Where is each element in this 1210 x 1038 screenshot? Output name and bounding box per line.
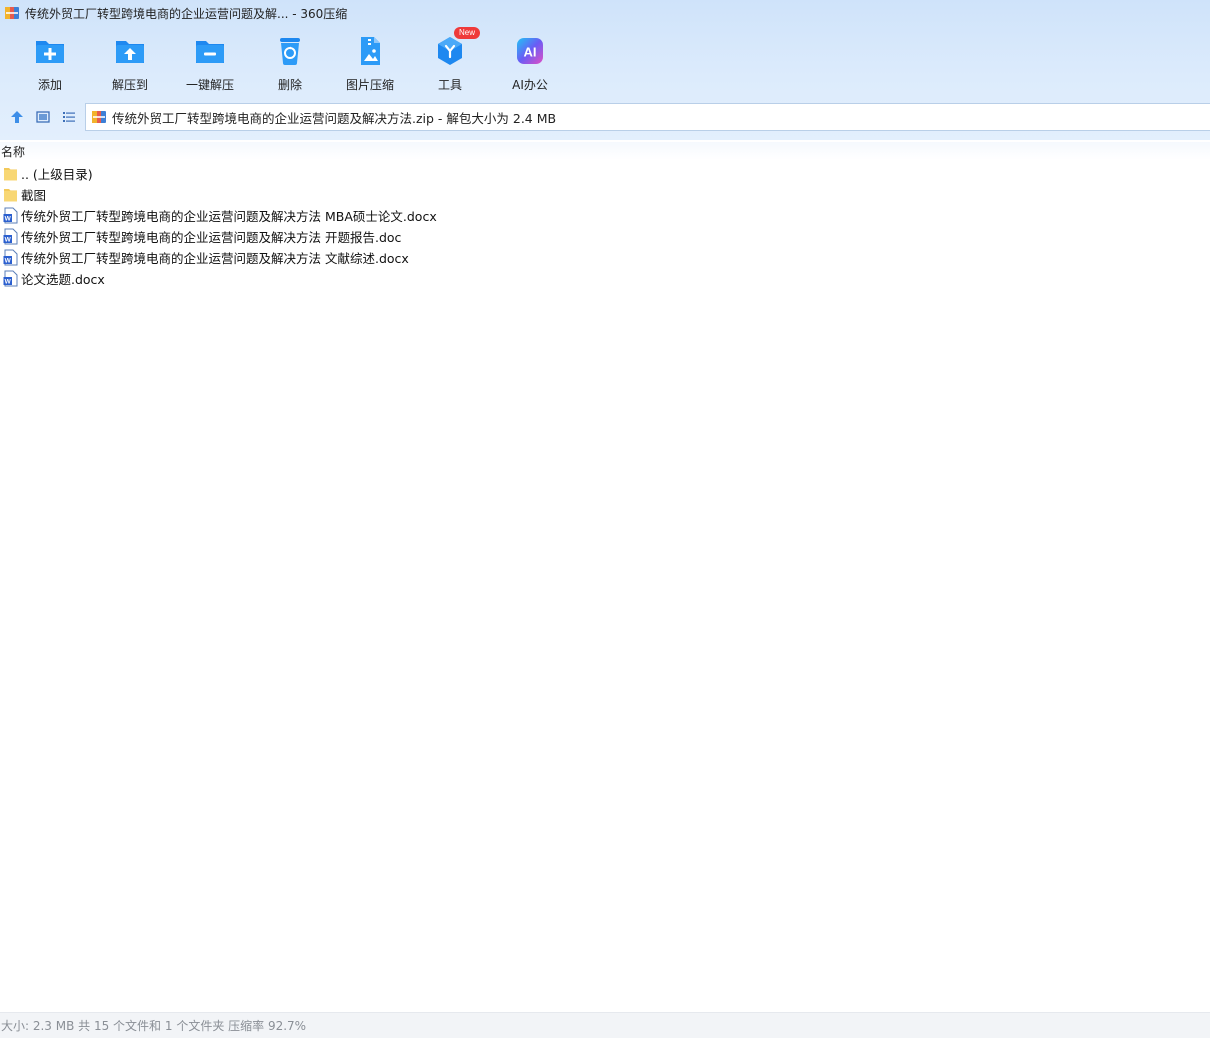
one-click-extract-icon: [196, 41, 224, 63]
list-item-file[interactable]: W 论文选题.docx: [0, 268, 1210, 289]
svg-text:W: W: [5, 279, 12, 286]
one-click-extract-button[interactable]: 一键解压: [170, 30, 250, 96]
extract-to-button[interactable]: 解压到: [90, 30, 170, 96]
up-level-button[interactable]: [4, 103, 30, 131]
ai-icon-text: AI: [524, 45, 537, 60]
one-click-extract-label: 一键解压: [185, 78, 234, 92]
tools-cube-icon: [438, 37, 462, 65]
svg-text:W: W: [5, 258, 12, 265]
svg-text:W: W: [5, 237, 12, 244]
column-header-name[interactable]: 名称: [0, 142, 1210, 160]
ai-office-button[interactable]: AI AI办公: [490, 30, 570, 96]
file-list: .. (上级目录) 截图 W 传统外贸工厂转型跨境电商的企业运营问题及解决方法 …: [0, 163, 1210, 289]
address-bar[interactable]: 传统外贸工厂转型跨境电商的企业运营问题及解决方法.zip - 解包大小为 2.4…: [85, 103, 1210, 131]
window-title: 传统外贸工厂转型跨境电商的企业运营问题及解... - 360压缩: [25, 6, 348, 21]
top-area: 传统外贸工厂转型跨境电商的企业运营问题及解... - 360压缩 添加 解压到: [0, 0, 1210, 140]
image-compress-button[interactable]: 图片压缩: [330, 30, 410, 96]
extract-to-label: 解压到: [111, 78, 148, 92]
status-bar: 大小: 2.3 MB 共 15 个文件和 1 个文件夹 压缩率 92.7%: [0, 1012, 1210, 1038]
thumbnail-view-icon: [36, 111, 50, 123]
svg-text:W: W: [5, 216, 12, 223]
folder-icon: [4, 168, 17, 181]
list-item-file[interactable]: W 传统外贸工厂转型跨境电商的企业运营问题及解决方法 MBA硕士论文.docx: [0, 205, 1210, 226]
word-document-icon: W: [3, 249, 18, 266]
word-document-icon: W: [3, 228, 18, 245]
status-text: 大小: 2.3 MB 共 15 个文件和 1 个文件夹 压缩率 92.7%: [1, 1019, 307, 1033]
image-compress-label: 图片压缩: [345, 78, 394, 92]
list-view-button[interactable]: [56, 103, 82, 131]
word-document-icon: W: [3, 207, 18, 224]
add-label: 添加: [37, 78, 62, 92]
folder-icon: [4, 189, 17, 202]
zip-archive-icon: [92, 111, 106, 123]
image-compress-icon: [361, 37, 380, 65]
ai-office-label: AI办公: [512, 78, 548, 92]
word-document-icon: W: [3, 270, 18, 287]
title-bar: 传统外贸工厂转型跨境电商的企业运营问题及解... - 360压缩: [0, 0, 1210, 26]
add-folder-icon: [36, 41, 64, 63]
file-name: 截图: [21, 188, 47, 203]
archive-path: 传统外贸工厂转型跨境电商的企业运营问题及解决方法.zip - 解包大小为 2.4…: [112, 110, 557, 126]
toolbar: 添加 解压到 一键解压 删除 图片压缩 New 工具 AI AI办公: [10, 27, 570, 96]
list-view-icon: [63, 112, 75, 122]
navigation-bar: 传统外贸工厂转型跨境电商的企业运营问题及解决方法.zip - 解包大小为 2.4…: [0, 103, 1210, 131]
file-name: 传统外贸工厂转型跨境电商的企业运营问题及解决方法 MBA硕士论文.docx: [21, 209, 437, 224]
list-item-parent-dir[interactable]: .. (上级目录): [0, 163, 1210, 184]
delete-label: 删除: [277, 78, 302, 92]
add-button[interactable]: 添加: [10, 30, 90, 96]
file-name: 论文选题.docx: [21, 272, 105, 287]
column-name-label: 名称: [1, 144, 26, 159]
list-item-file[interactable]: W 传统外贸工厂转型跨境电商的企业运营问题及解决方法 文献综述.docx: [0, 247, 1210, 268]
thumbnail-view-button[interactable]: [30, 103, 56, 131]
file-name: 传统外贸工厂转型跨境电商的企业运营问题及解决方法 开题报告.doc: [21, 230, 402, 245]
up-arrow-icon: [11, 111, 23, 123]
tools-label: 工具: [437, 78, 462, 92]
recycle-bin-icon: [280, 38, 300, 65]
tools-button[interactable]: New 工具: [410, 27, 490, 96]
file-name: .. (上级目录): [21, 167, 93, 182]
new-badge: New: [454, 27, 481, 39]
file-name: 传统外贸工厂转型跨境电商的企业运营问题及解决方法 文献综述.docx: [21, 251, 409, 266]
archive-app-icon: [5, 7, 19, 19]
delete-button[interactable]: 删除: [250, 30, 330, 96]
list-item-file[interactable]: W 传统外贸工厂转型跨境电商的企业运营问题及解决方法 开题报告.doc: [0, 226, 1210, 247]
extract-to-folder-icon: [116, 41, 144, 63]
list-item-folder[interactable]: 截图: [0, 184, 1210, 205]
ai-office-icon: AI: [517, 38, 543, 64]
